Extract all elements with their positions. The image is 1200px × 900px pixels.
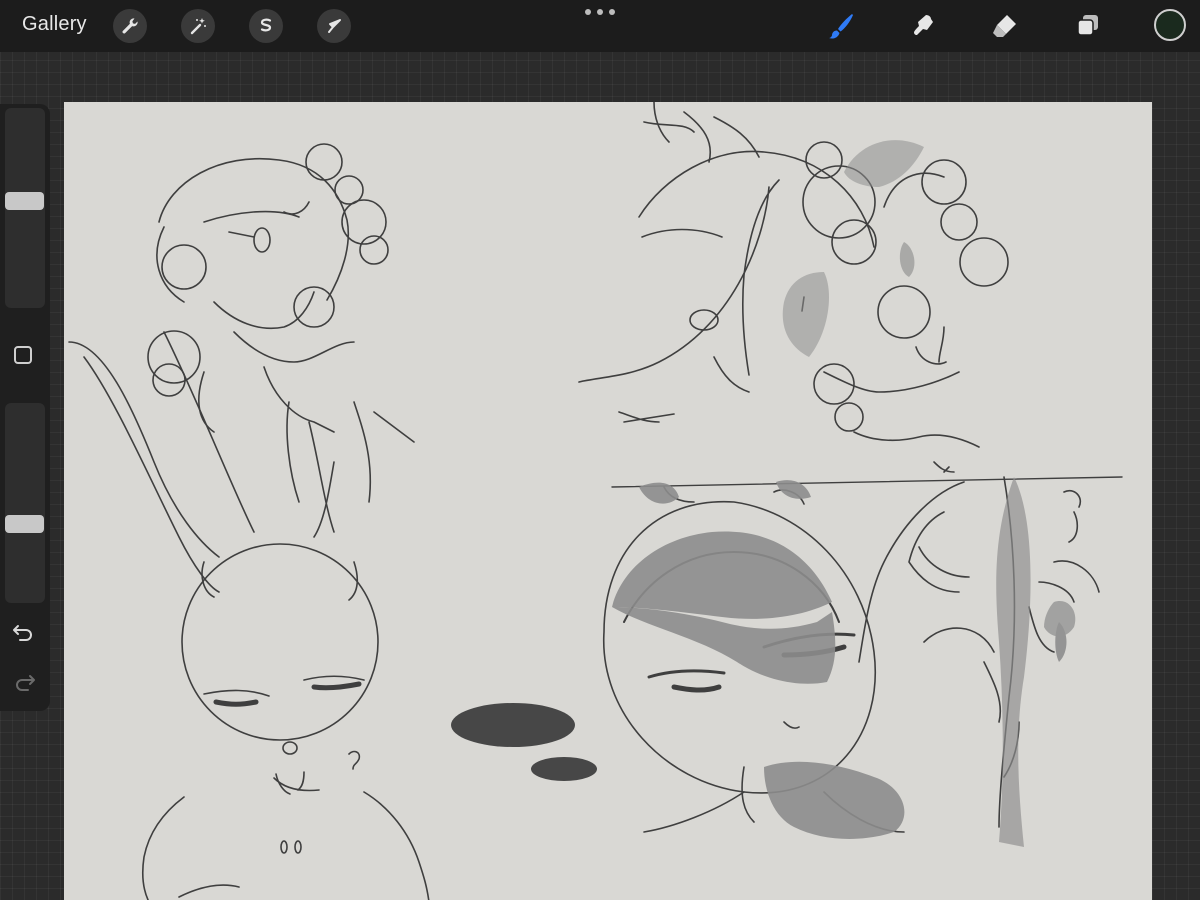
undo-icon[interactable] <box>11 620 37 644</box>
transform-arrow-icon <box>328 19 341 33</box>
dot-icon <box>597 9 603 15</box>
sketch-bunny-character <box>68 331 430 900</box>
eraser-tool-button[interactable] <box>988 10 1020 42</box>
magic-wand-icon <box>190 18 206 35</box>
sketch-girl-left <box>147 143 415 503</box>
opacity-slider[interactable] <box>5 403 45 603</box>
redo-icon[interactable] <box>11 670 37 694</box>
gallery-button[interactable]: Gallery <box>22 13 87 36</box>
brush-size-handle[interactable] <box>5 192 44 211</box>
smudge-tool-button[interactable] <box>908 10 940 42</box>
brush-tool-button[interactable] <box>825 10 857 42</box>
modify-square-icon[interactable] <box>14 346 32 364</box>
top-toolbar: Gallery <box>0 0 1200 52</box>
more-options-handle[interactable] <box>585 8 615 16</box>
sketch-divider-line <box>611 476 1123 488</box>
drawing-canvas[interactable] <box>64 102 1152 900</box>
layers-button[interactable] <box>1072 10 1104 42</box>
thought-bubble-large <box>451 703 575 747</box>
sketch-artwork <box>68 102 1123 900</box>
transform-button[interactable] <box>317 9 351 43</box>
adjustments-button[interactable] <box>181 9 215 43</box>
color-picker-button[interactable] <box>1154 9 1186 41</box>
wrench-icon <box>122 18 138 34</box>
actions-button[interactable] <box>113 9 147 43</box>
opacity-handle[interactable] <box>5 514 44 533</box>
smudge-icon <box>914 15 933 35</box>
dot-icon <box>585 9 591 15</box>
layers-icon <box>1077 15 1098 36</box>
brush-icon <box>829 14 853 39</box>
selection-icon <box>260 18 272 32</box>
thought-bubble-small <box>531 757 597 781</box>
left-sidebar <box>0 104 50 711</box>
eraser-icon <box>993 15 1016 37</box>
selection-button[interactable] <box>249 9 283 43</box>
dot-icon <box>609 9 615 15</box>
